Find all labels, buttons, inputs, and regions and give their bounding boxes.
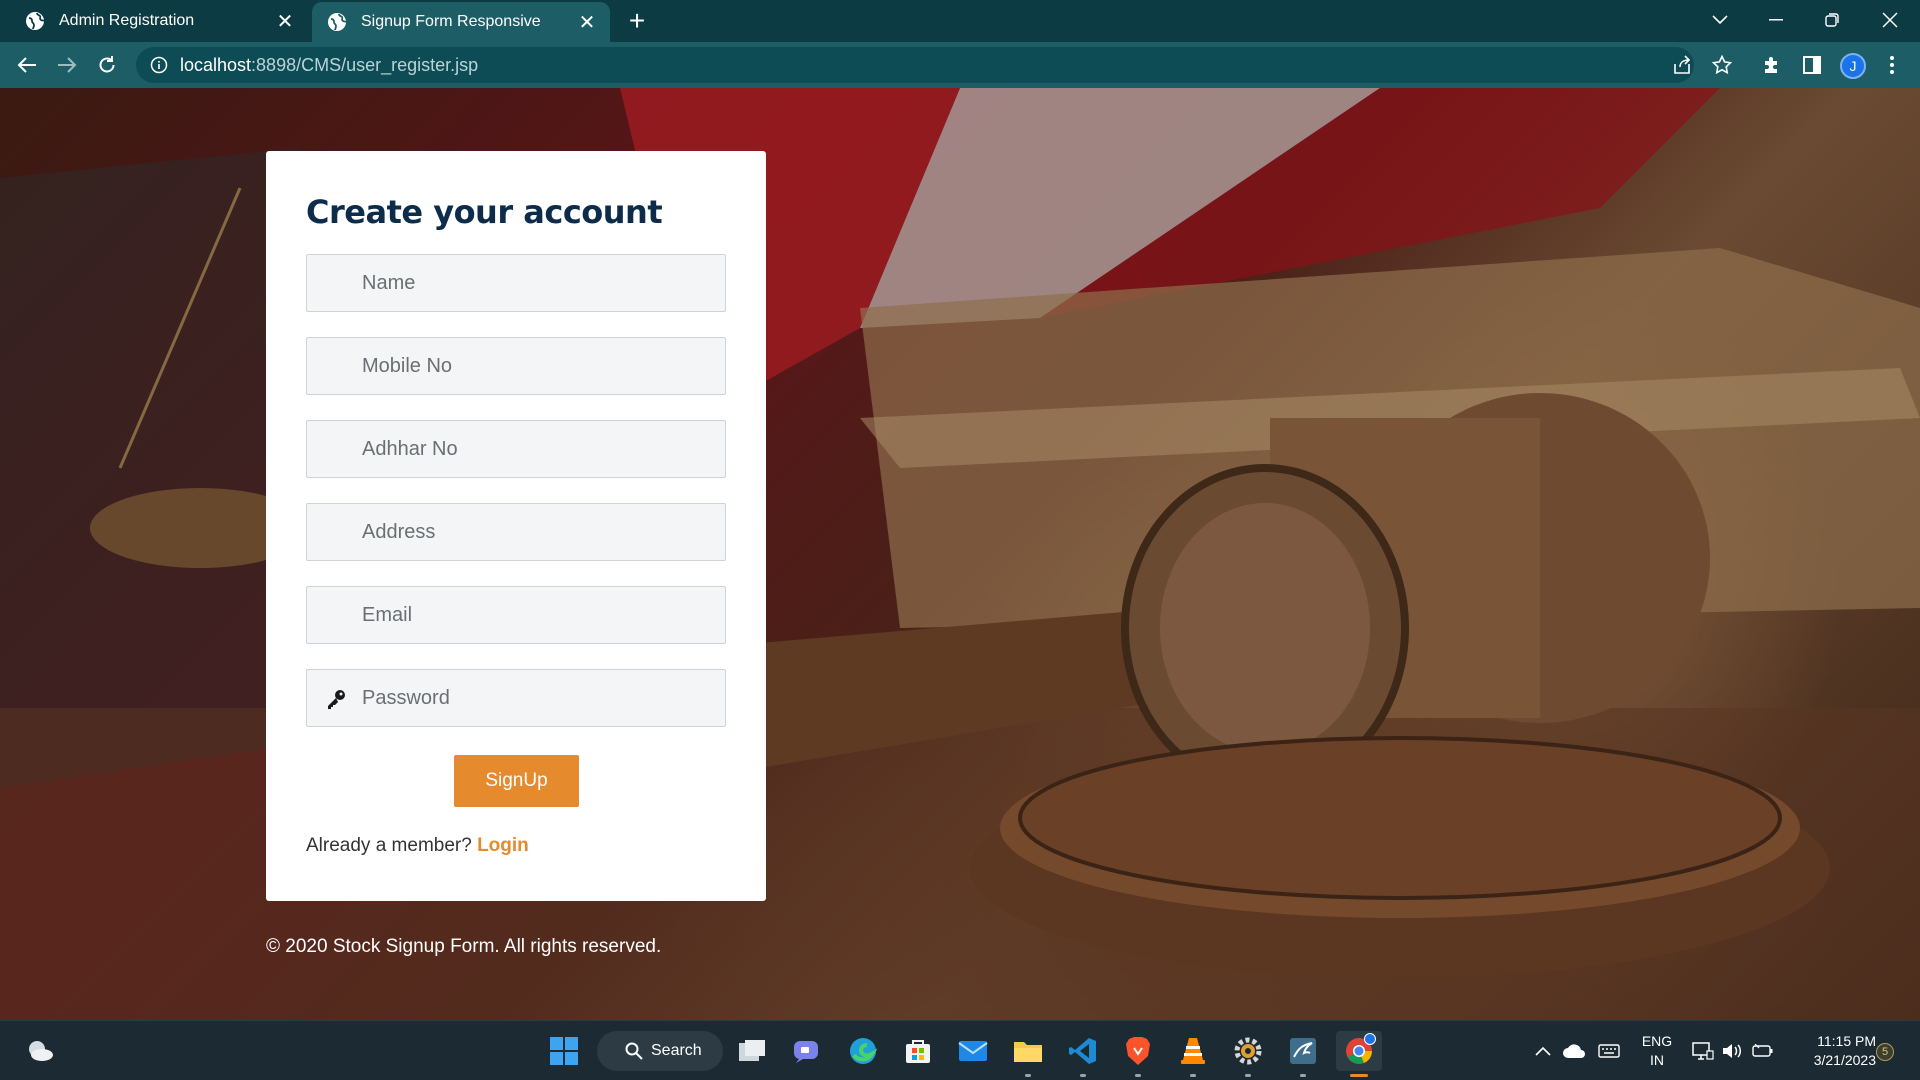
- running-indicator: [1245, 1074, 1251, 1077]
- login-link[interactable]: Login: [477, 835, 529, 856]
- globe-icon: [25, 11, 45, 31]
- address-bar[interactable]: localhost:8898/CMS/user_register.jsp: [136, 47, 1694, 83]
- tab-admin-registration[interactable]: Admin Registration ✕: [0, 0, 308, 42]
- side-panel-icon[interactable]: [1797, 50, 1827, 80]
- chrome-browser-icon[interactable]: [1336, 1031, 1382, 1077]
- task-view-icon[interactable]: [732, 1031, 772, 1071]
- profile-avatar[interactable]: J: [1840, 53, 1866, 79]
- brave-browser-icon[interactable]: [1118, 1031, 1158, 1077]
- notification-badge[interactable]: 5: [1876, 1043, 1894, 1061]
- battery-icon[interactable]: [1748, 1031, 1778, 1071]
- email-input[interactable]: [362, 587, 712, 643]
- running-indicator: [1025, 1074, 1031, 1077]
- clock-time: 11:15 PM: [1817, 1033, 1876, 1049]
- search-label: Search: [651, 1042, 702, 1059]
- network-icon[interactable]: [1688, 1031, 1718, 1071]
- close-window-button[interactable]: [1862, 0, 1918, 40]
- active-indicator: [1350, 1074, 1368, 1077]
- minimize-button[interactable]: [1748, 0, 1804, 40]
- url-text: localhost:8898/CMS/user_register.jsp: [180, 55, 478, 76]
- taskbar-search[interactable]: Search: [597, 1031, 723, 1071]
- extensions-icon[interactable]: [1757, 50, 1787, 80]
- address-field[interactable]: [306, 503, 726, 561]
- vlc-player-icon[interactable]: [1173, 1031, 1213, 1077]
- search-icon: [625, 1042, 643, 1060]
- language-indicator[interactable]: ENG IN: [1638, 1032, 1676, 1070]
- show-hidden-icons-chevron-icon[interactable]: [1528, 1031, 1558, 1071]
- form-title: Create your account: [306, 193, 663, 231]
- url-path: :8898/CMS/user_register.jsp: [251, 54, 479, 75]
- already-member-text: Already a member? Login: [306, 835, 529, 857]
- tab-title: Signup Form Responsive: [361, 13, 541, 30]
- clock[interactable]: 11:15 PM 3/21/2023: [1786, 1032, 1876, 1070]
- close-tab-icon[interactable]: ✕: [576, 11, 598, 34]
- adhhar-input[interactable]: [362, 421, 712, 477]
- weather-widget-icon[interactable]: [20, 1031, 60, 1071]
- chrome-profile-badge: [1364, 1033, 1376, 1045]
- teams-chat-icon[interactable]: [787, 1031, 827, 1071]
- share-icon[interactable]: [1668, 51, 1696, 79]
- vscode-icon[interactable]: [1063, 1031, 1103, 1077]
- copyright-text: © 2020 Stock Signup Form. All rights res…: [266, 936, 662, 957]
- browser-title-bar: Admin Registration ✕ Signup Form Respons…: [0, 0, 1920, 42]
- file-explorer-icon[interactable]: [1008, 1031, 1048, 1077]
- more-menu-icon[interactable]: [1877, 50, 1907, 80]
- forward-button[interactable]: [50, 48, 84, 82]
- running-indicator: [1135, 1074, 1141, 1077]
- volume-icon[interactable]: [1718, 1031, 1748, 1071]
- back-button[interactable]: [10, 48, 44, 82]
- password-input[interactable]: [362, 670, 712, 726]
- globe-icon: [327, 12, 347, 32]
- new-tab-button[interactable]: +: [622, 5, 652, 36]
- signup-card: Create your account SignUp Already a mem…: [266, 151, 766, 901]
- bookmark-star-icon[interactable]: [1708, 51, 1736, 79]
- start-button[interactable]: [544, 1031, 584, 1071]
- name-input[interactable]: [362, 255, 712, 311]
- microsoft-store-icon[interactable]: [898, 1031, 938, 1071]
- mysql-workbench-icon[interactable]: [1283, 1031, 1323, 1077]
- edge-browser-icon[interactable]: [843, 1031, 883, 1071]
- page-background: Create your account SignUp Already a mem…: [0, 88, 1920, 1020]
- onedrive-cloud-icon[interactable]: [1559, 1031, 1589, 1071]
- mobile-field[interactable]: [306, 337, 726, 395]
- keyboard-icon[interactable]: [1594, 1031, 1624, 1071]
- tab-title: Admin Registration: [59, 12, 195, 29]
- language-code: ENG: [1641, 1033, 1673, 1049]
- signup-button[interactable]: SignUp: [454, 755, 579, 807]
- reload-button[interactable]: [90, 48, 124, 82]
- adhhar-field[interactable]: [306, 420, 726, 478]
- running-indicator: [1300, 1074, 1306, 1077]
- running-indicator: [1080, 1074, 1086, 1077]
- tab-signup-form[interactable]: Signup Form Responsive ✕: [312, 2, 610, 42]
- windows-taskbar: Search ENG IN 11:15 PM 3/21/2023 5: [0, 1020, 1920, 1080]
- tab-search-icon[interactable]: [1692, 0, 1748, 40]
- browser-toolbar: localhost:8898/CMS/user_register.jsp: [0, 42, 1920, 88]
- key-icon: [328, 690, 345, 709]
- settings-gear-icon[interactable]: [1228, 1031, 1268, 1077]
- info-icon[interactable]: [150, 56, 168, 74]
- email-field[interactable]: [306, 586, 726, 644]
- mobile-input[interactable]: [362, 338, 712, 394]
- running-indicator: [1190, 1074, 1196, 1077]
- password-field[interactable]: [306, 669, 726, 727]
- address-input[interactable]: [362, 504, 712, 560]
- name-field[interactable]: [306, 254, 726, 312]
- close-tab-icon[interactable]: ✕: [274, 10, 296, 33]
- mail-icon[interactable]: [953, 1031, 993, 1071]
- url-host: localhost: [180, 54, 252, 75]
- member-prompt: Already a member?: [306, 835, 472, 856]
- clock-date: 3/21/2023: [1813, 1052, 1876, 1068]
- region-code: IN: [1650, 1052, 1664, 1068]
- restore-button[interactable]: [1804, 0, 1860, 40]
